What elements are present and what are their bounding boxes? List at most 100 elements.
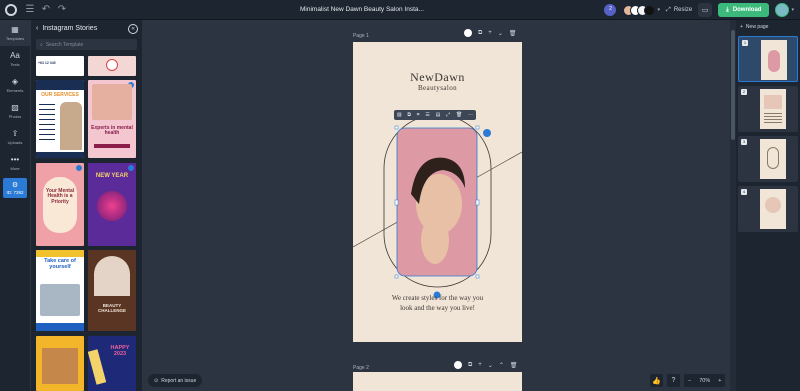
resize-button[interactable]: ⤢ Resize [666,7,692,14]
page-thumbnail[interactable]: 3 [738,136,798,182]
template-card[interactable]: +63 12 345 [36,56,84,76]
crop-icon[interactable]: ⌗ [417,112,420,118]
page-thumbnail[interactable]: 2 [738,86,798,132]
collapse-panel-icon[interactable]: « [128,24,138,34]
disco-ball-image [97,191,127,221]
chevron-down-icon[interactable]: ⌄ [498,30,503,37]
template-card[interactable]: HAPPY 2023 [88,336,136,391]
undo-icon[interactable]: ↶ [38,0,54,20]
template-photo [92,84,132,120]
color-swatches[interactable]: ▾ [623,4,660,16]
duplicate-icon[interactable]: ⧉ [478,30,482,37]
search-input[interactable]: ⌕ Search Template [36,39,137,50]
template-card[interactable]: Take care of yourself [36,250,84,331]
help-icon[interactable]: ? [667,374,680,387]
like-icon[interactable]: 👍 [650,374,663,387]
template-badge-icon [128,165,134,171]
template-photo [94,256,130,296]
new-page-button[interactable]: + New page [736,20,800,34]
page-tagline[interactable]: We create styles for the way you look an… [353,294,522,314]
page-color-button[interactable] [454,361,462,369]
resize-handle[interactable] [394,125,399,130]
template-card[interactable]: NEW YEAR [88,163,136,246]
document-title[interactable]: Minimalist New Dawn Beauty Salon Insta..… [300,0,424,20]
template-photo [60,102,82,150]
present-icon[interactable]: ▭ [698,3,713,17]
thumb-image [761,40,787,80]
swatch-black[interactable] [644,4,656,16]
app-logo-icon[interactable] [0,0,22,20]
page-thumbnail[interactable]: 1 [738,36,798,82]
rotate-handle-icon[interactable] [483,129,491,137]
template-header [36,80,84,90]
redo-icon[interactable]: ↷ [54,0,70,20]
layer-icon[interactable]: ▤ [436,112,441,118]
chevron-down-icon[interactable]: ▾ [791,7,794,13]
resize-handle[interactable] [394,199,399,206]
resize-handle[interactable] [394,274,399,279]
rail-elements[interactable]: ◈ Elements [0,72,30,98]
chevron-up-icon[interactable]: ⌃ [499,362,504,369]
template-card[interactable] [36,336,84,391]
rail-texts[interactable]: Aa Texts [0,46,30,72]
zoom-bar: − 70% + [684,374,726,387]
template-footer [36,323,84,331]
element-toolbar: ▨ ⧉ ⌗ ☰ ▤ ⤢ 🗑 ⋯ [394,110,476,120]
more-icon[interactable]: ⋯ [468,112,473,118]
scroll-thumb[interactable] [731,30,735,140]
duplicate-icon[interactable]: ⧉ [468,362,472,369]
page-thumbnail[interactable]: 4 [738,186,798,232]
back-arrow-icon[interactable]: ‹ [36,25,38,32]
template-footer [36,152,84,158]
add-icon: + [740,24,743,30]
chevron-down-icon[interactable]: ▾ [657,7,660,13]
template-photo [40,284,80,316]
panel-title: Instagram Stories [42,24,98,32]
rail-uploads[interactable]: ⇪ Uploads [0,124,30,150]
report-issue-button[interactable]: ⊙ Report an issue [148,374,203,387]
template-card[interactable]: OUR SERVICES [36,80,84,158]
menu-icon[interactable]: ☰ [22,0,38,20]
page-1-label: Page 1 [353,33,369,39]
resize-handle[interactable] [475,125,480,130]
resize-handle[interactable] [475,274,480,279]
page-2[interactable] [353,372,522,391]
template-header [36,250,84,257]
zoom-in-button[interactable]: + [718,378,721,384]
zoom-out-button[interactable]: − [688,378,691,384]
page-2-toolbar: ⧉ + ⌄ ⌃ 🗑 [454,361,518,369]
resize-handle[interactable] [475,199,480,206]
page-color-button[interactable] [464,29,472,37]
elements-icon: ◈ [11,77,19,86]
template-icon: ▦ [11,25,19,34]
template-card[interactable]: Your Mental Health is a Priority [36,163,84,246]
rail-templates[interactable]: ▦ Templates [0,20,30,46]
page-1[interactable]: NewDawn Beautysalon We create styles for… [353,42,522,342]
template-card[interactable]: BEAUTY CHALLENGE [88,250,136,331]
template-shape [43,177,77,233]
add-icon[interactable]: + [478,362,482,368]
rail-photos[interactable]: ▨ Photos [0,98,30,124]
template-card[interactable] [88,56,136,76]
download-button[interactable]: ⤓ Download [718,3,770,17]
gear-icon: ⚙ [11,182,19,189]
delete-icon[interactable]: 🗑 [510,362,518,369]
canvas-area: Page 1 ⧉ + ⌄ 🗑 NewDawn Beautysalon We cr… [142,20,730,391]
collaborator-avatar[interactable]: 2 [603,3,618,17]
rail-more[interactable]: ••• More [0,150,30,176]
delete-icon[interactable]: 🗑 [509,30,517,37]
adjust-icon[interactable]: ☰ [425,112,429,118]
user-avatar[interactable] [775,3,790,17]
delete-icon[interactable]: 🗑 [456,112,462,118]
replace-image-icon[interactable]: ▨ [397,112,402,118]
hand-shape [421,216,449,264]
thumb-image [760,89,786,129]
zoom-level[interactable]: 70% [699,378,710,384]
chevron-down-icon[interactable]: ⌄ [488,362,493,369]
expand-icon[interactable]: ⤢ [446,112,450,118]
template-id-button[interactable]: ⚙ ID: 7392 [3,178,27,198]
template-list [39,104,55,144]
duplicate-icon[interactable]: ⧉ [407,112,411,118]
add-icon[interactable]: + [488,30,492,36]
template-card[interactable]: Experts in mental health [88,80,136,158]
